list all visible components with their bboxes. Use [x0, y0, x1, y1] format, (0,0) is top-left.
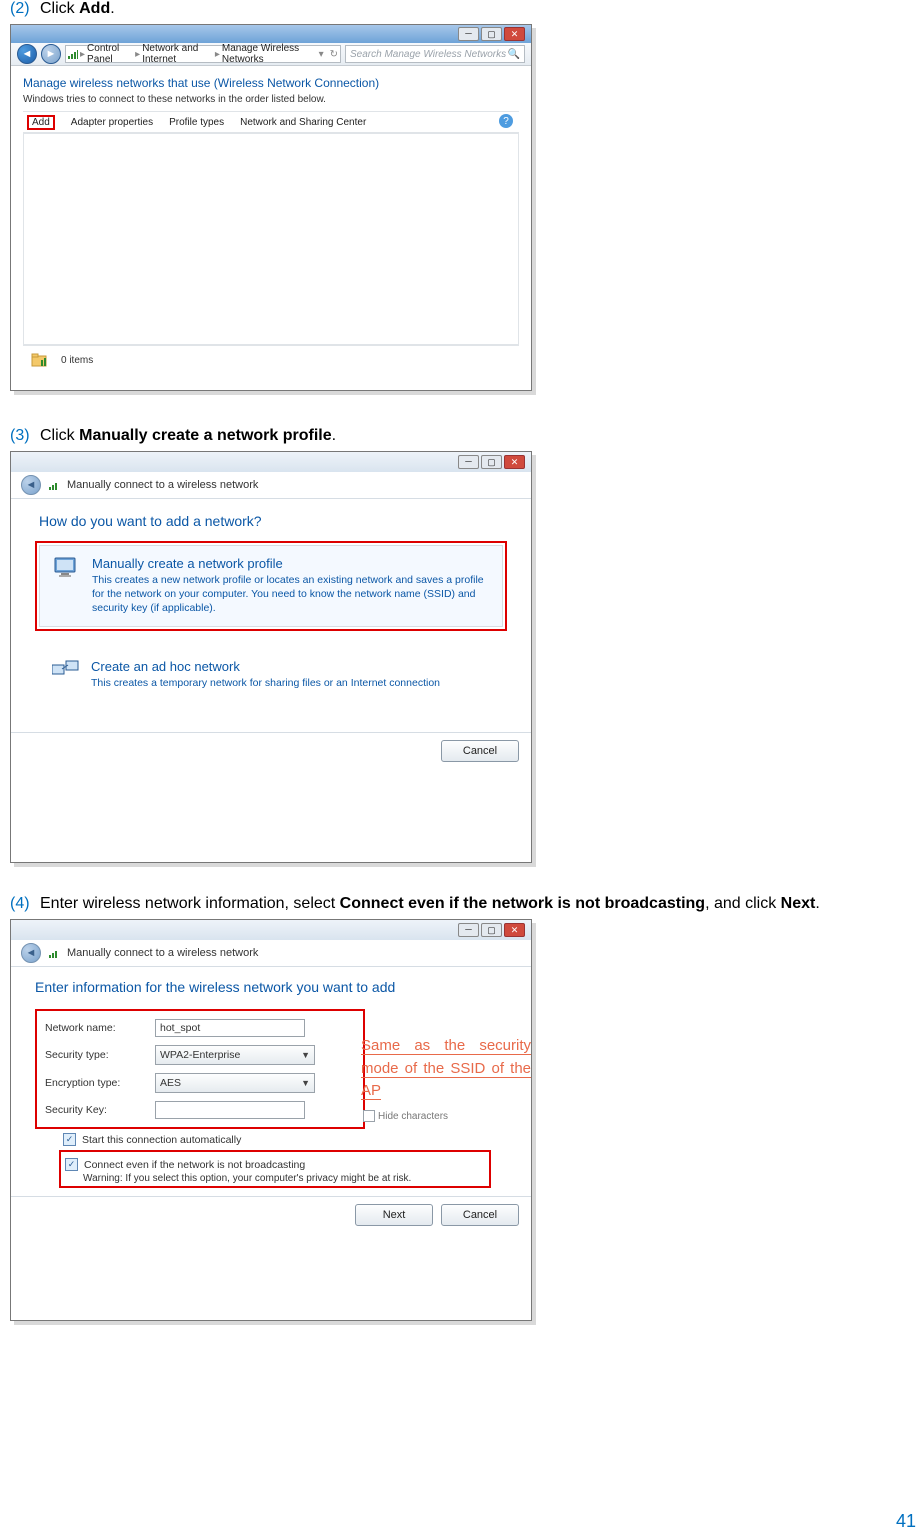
- checkbox-icon: [363, 1110, 375, 1122]
- input-network-name[interactable]: hot_spot: [155, 1019, 305, 1037]
- minimize-button[interactable]: －: [458, 455, 479, 469]
- folder-icon: [31, 351, 49, 369]
- breadcrumb[interactable]: ▸ Control Panel▸ Network and Internet▸ M…: [65, 45, 341, 63]
- select-encryption-type-value: AES: [160, 1077, 181, 1089]
- option-adhoc-title: Create an ad hoc network: [91, 659, 440, 674]
- minimize-button[interactable]: －: [458, 923, 479, 937]
- status-items-count: 0 items: [61, 355, 93, 366]
- network-list-area: [23, 133, 519, 345]
- search-placeholder: Search Manage Wireless Networks: [350, 49, 506, 60]
- step3-number: (3): [10, 427, 40, 445]
- close-button[interactable]: ✕: [504, 923, 525, 937]
- step4-post: .: [815, 895, 819, 912]
- step2-bold: Add: [79, 0, 110, 17]
- label-encryption-type: Encryption type:: [45, 1077, 155, 1089]
- chevron-down-icon: ▼: [301, 1050, 310, 1060]
- checkbox-checked-icon: ✓: [65, 1158, 78, 1171]
- search-input[interactable]: Search Manage Wireless Networks 🔍: [345, 45, 525, 63]
- form-heading: Enter information for the wireless netwo…: [35, 979, 507, 995]
- signal-icon: [49, 948, 59, 958]
- checkbox-connect-not-broadcasting[interactable]: ✓ Connect even if the network is not bro…: [65, 1158, 485, 1171]
- select-encryption-type[interactable]: AES ▼: [155, 1073, 315, 1093]
- step3-bold: Manually create a network profile: [79, 427, 332, 444]
- form-highlight-box: Network name: hot_spot Security type: WP…: [35, 1009, 365, 1129]
- checkbox-start-auto-label: Start this connection automatically: [82, 1134, 241, 1146]
- screenshot-enter-network-info: － ▢ ✕ ◄ Manually connect to a wireless n…: [10, 919, 532, 1321]
- panel-subtext: Windows tries to connect to these networ…: [23, 94, 519, 105]
- select-security-type[interactable]: WPA2-Enterprise ▼: [155, 1045, 315, 1065]
- profile-types-link[interactable]: Profile types: [169, 117, 224, 128]
- option-manual-desc: This creates a new network profile or lo…: [92, 573, 490, 616]
- maximize-button[interactable]: ▢: [481, 455, 502, 469]
- hide-characters-checkbox[interactable]: Hide characters: [363, 1110, 448, 1122]
- close-button[interactable]: ✕: [504, 455, 525, 469]
- signal-icon: [68, 49, 78, 59]
- label-security-key: Security Key:: [45, 1104, 155, 1116]
- step2-number: (2): [10, 0, 40, 18]
- option-adhoc[interactable]: Create an ad hoc network This creates a …: [39, 649, 503, 700]
- nav-back-button[interactable]: ◄: [17, 44, 37, 64]
- wizard-back-button[interactable]: ◄: [21, 943, 41, 963]
- step3-text: Click Manually create a network profile.: [40, 427, 336, 445]
- maximize-button[interactable]: ▢: [481, 27, 502, 41]
- add-button[interactable]: Add: [27, 115, 55, 130]
- close-button[interactable]: ✕: [504, 27, 525, 41]
- option-adhoc-desc: This creates a temporary network for sha…: [91, 676, 440, 690]
- input-security-key[interactable]: [155, 1101, 305, 1119]
- cancel-button[interactable]: Cancel: [441, 1204, 519, 1226]
- checkbox-broadcast-label: Connect even if the network is not broad…: [84, 1159, 305, 1171]
- select-security-type-value: WPA2-Enterprise: [160, 1049, 240, 1061]
- screenshot-manage-networks: － ▢ ✕ ◄ ► ▸ Control Panel▸ Network and I…: [10, 24, 532, 391]
- breadcrumb-2[interactable]: Network and Internet: [142, 43, 213, 65]
- step4-text: Enter wireless network information, sele…: [40, 895, 820, 913]
- search-icon: 🔍: [508, 49, 520, 60]
- chevron-down-icon: ▼: [301, 1078, 310, 1088]
- signal-icon: [49, 480, 59, 490]
- step2-text: Click Add.: [40, 0, 115, 18]
- monitor-icon: [52, 556, 82, 616]
- checkbox-checked-icon: ✓: [63, 1133, 76, 1146]
- step4-mid: , and click: [705, 895, 781, 912]
- annotation-security-mode: Same as the security mode of the SSID of…: [361, 1035, 531, 1103]
- warning-text: Warning: If you select this option, your…: [83, 1173, 485, 1184]
- step4-bold2: Next: [781, 895, 816, 912]
- nav-forward-button[interactable]: ►: [41, 44, 61, 64]
- step3-pre: Click: [40, 427, 79, 444]
- window-titlebar: － ▢ ✕: [11, 25, 531, 43]
- option-manual-title: Manually create a network profile: [92, 556, 490, 571]
- step4-pre: Enter wireless network information, sele…: [40, 895, 340, 912]
- cancel-button[interactable]: Cancel: [441, 740, 519, 762]
- adhoc-icon: [51, 659, 81, 690]
- wizard-title: Manually connect to a wireless network: [67, 479, 258, 491]
- step2-post: .: [110, 0, 114, 17]
- label-security-type: Security type:: [45, 1049, 155, 1061]
- checkbox-broadcast-highlight: ✓ Connect even if the network is not bro…: [59, 1150, 491, 1188]
- window-titlebar: － ▢ ✕: [11, 920, 531, 940]
- window-titlebar: － ▢ ✕: [11, 452, 531, 472]
- label-network-name: Network name:: [45, 1022, 155, 1034]
- next-button[interactable]: Next: [355, 1204, 433, 1226]
- step4-number: (4): [10, 895, 40, 913]
- maximize-button[interactable]: ▢: [481, 923, 502, 937]
- hide-characters-label: Hide characters: [378, 1111, 448, 1122]
- step2-pre: Click: [40, 0, 79, 17]
- step3-post: .: [332, 427, 336, 444]
- page-number: 41: [0, 1511, 922, 1532]
- help-icon[interactable]: ?: [499, 114, 513, 128]
- minimize-button[interactable]: －: [458, 27, 479, 41]
- breadcrumb-3[interactable]: Manage Wireless Networks: [222, 43, 315, 65]
- wizard-title: Manually connect to a wireless network: [67, 947, 258, 959]
- checkbox-start-auto[interactable]: ✓ Start this connection automatically: [63, 1133, 507, 1146]
- panel-heading: Manage wireless networks that use (Wirel…: [23, 76, 519, 90]
- screenshot-add-network-wizard: － ▢ ✕ ◄ Manually connect to a wireless n…: [10, 451, 532, 863]
- breadcrumb-1[interactable]: Control Panel: [87, 43, 133, 65]
- wizard-question: How do you want to add a network?: [39, 513, 503, 529]
- network-sharing-center-link[interactable]: Network and Sharing Center: [240, 117, 366, 128]
- adapter-properties-link[interactable]: Adapter properties: [71, 117, 153, 128]
- option-manual-profile[interactable]: Manually create a network profile This c…: [39, 545, 503, 627]
- wizard-back-button[interactable]: ◄: [21, 475, 41, 495]
- step4-bold1: Connect even if the network is not broad…: [340, 895, 705, 912]
